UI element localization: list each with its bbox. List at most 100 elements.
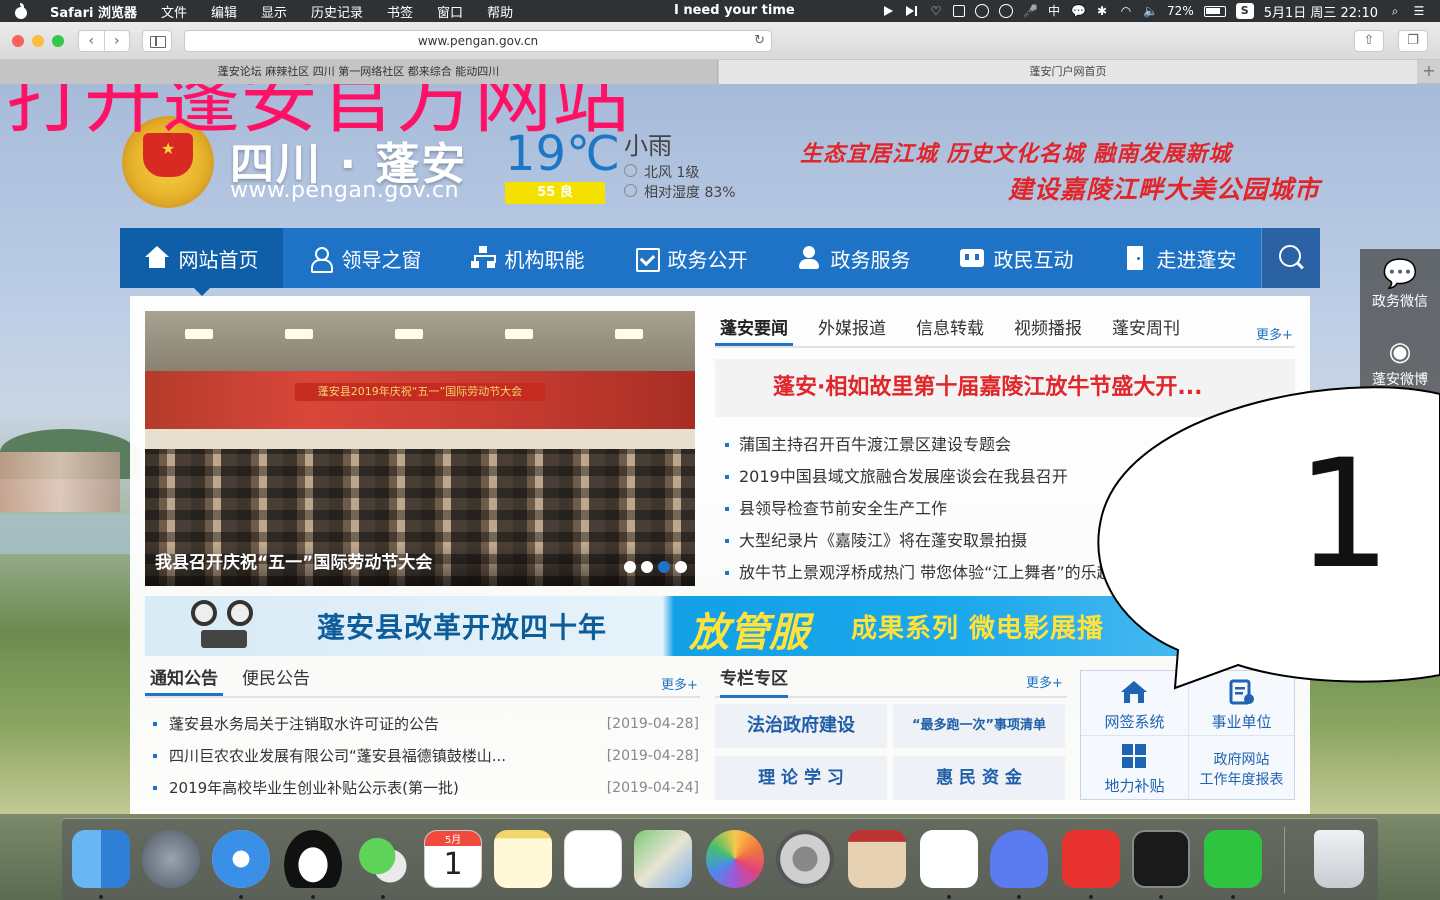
search-icon[interactable]: [1261, 228, 1320, 288]
tab-media-reports[interactable]: 外媒报道: [813, 310, 891, 346]
play-icon[interactable]: [881, 4, 895, 18]
maps-icon[interactable]: [634, 830, 692, 888]
tab-public-notices[interactable]: 便民公告: [237, 662, 315, 696]
public-funds-button[interactable]: 惠 民 资 金: [893, 756, 1065, 800]
nav-leaders[interactable]: 领导之窗: [283, 228, 446, 288]
smiley-icon[interactable]: [999, 4, 1014, 18]
tab-pengan-portal[interactable]: 蓬安门户网首页: [719, 60, 1417, 84]
reminders-icon[interactable]: [564, 830, 622, 888]
qq-icon[interactable]: [284, 830, 342, 888]
finder-icon[interactable]: [72, 830, 130, 888]
netease-music-icon[interactable]: [1062, 830, 1120, 888]
run-once-button[interactable]: “最多跑一次”事项清单: [893, 704, 1065, 748]
wechat-icon[interactable]: [354, 830, 412, 888]
rule-of-law-button[interactable]: 法治政府建设: [715, 704, 887, 748]
slider-dot[interactable]: [624, 561, 636, 573]
nav-about-pengan[interactable]: 走进蓬安: [1098, 228, 1261, 288]
photo-caption[interactable]: 我县召开庆祝“五一”国际劳动节大会: [145, 546, 695, 586]
slider-dot[interactable]: [675, 561, 687, 573]
menu-edit[interactable]: 编辑: [211, 2, 237, 21]
photo-booth-icon[interactable]: [848, 830, 906, 888]
sidebar-toggle-icon[interactable]: [142, 30, 172, 52]
battery-percent: 72%: [1167, 4, 1194, 18]
menu-help[interactable]: 帮助: [487, 2, 513, 21]
nav-interaction[interactable]: 政民互动: [935, 228, 1098, 288]
tab-pengan-forum[interactable]: 蓬安论坛 麻辣社区 四川 第一网络社区 都来综合 能动四川: [0, 60, 718, 84]
nav-home[interactable]: 网站首页: [120, 228, 283, 296]
wps-icon[interactable]: [990, 830, 1048, 888]
notice-item[interactable]: 四川巨农农业发展有限公司“蓬安县福德镇鼓楼山... [2019-04-28]: [153, 740, 701, 772]
heart-icon[interactable]: ♡: [929, 4, 943, 18]
nav-gov-services[interactable]: 政务服务: [772, 228, 935, 288]
baidu-netdisk-icon[interactable]: [920, 830, 978, 888]
wechat-menu-icon[interactable]: 💬: [1071, 4, 1086, 18]
tab-reposts[interactable]: 信息转载: [911, 310, 989, 346]
special-more-link[interactable]: 更多+: [1026, 672, 1063, 691]
site-url: www.pengan.gov.cn: [230, 178, 460, 203]
status-circle-icon[interactable]: [975, 4, 990, 18]
reload-icon[interactable]: ↻: [754, 31, 765, 51]
battery-icon[interactable]: [1203, 5, 1226, 17]
news-photo-slider[interactable]: 蓬安县2019年庆祝“五一”国际劳动节大会 我县召开庆祝“五一”国际劳动节大会: [145, 311, 695, 586]
now-playing-title[interactable]: I need your time: [674, 3, 795, 18]
slider-dot-active[interactable]: [658, 561, 670, 573]
tab-videos[interactable]: 视频播报: [1009, 310, 1087, 346]
menu-window[interactable]: 窗口: [437, 2, 463, 21]
notices-more-link[interactable]: 更多+: [661, 674, 698, 693]
theory-study-button[interactable]: 理 论 学 习: [715, 756, 887, 800]
show-tabs-icon[interactable]: ❐: [1398, 30, 1428, 52]
zoom-window-button[interactable]: [52, 35, 64, 47]
wechat-icon: 💬: [1382, 257, 1418, 290]
weather-wind: 北风 1级: [644, 165, 700, 181]
menu-history[interactable]: 历史记录: [311, 2, 363, 21]
notification-center-icon[interactable]: ☰: [1412, 4, 1426, 18]
menu-view[interactable]: 显示: [261, 2, 287, 21]
menu-bookmarks[interactable]: 书签: [387, 2, 413, 21]
nav-gov-affairs[interactable]: 政务公开: [609, 228, 772, 288]
forward-button[interactable]: ›: [105, 31, 130, 51]
activity-monitor-icon[interactable]: [1132, 830, 1190, 888]
volume-icon[interactable]: 🔈: [1143, 4, 1158, 18]
back-button[interactable]: ‹: [79, 31, 105, 51]
menu-file[interactable]: 文件: [161, 2, 187, 21]
new-tab-icon[interactable]: +: [1418, 60, 1440, 84]
system-preferences-icon[interactable]: [776, 830, 834, 888]
notes-icon[interactable]: [494, 830, 552, 888]
spotlight-icon[interactable]: ⌕: [1388, 4, 1402, 18]
address-bar[interactable]: www.pengan.gov.cn ↻: [184, 30, 772, 52]
slider-dot[interactable]: [641, 561, 653, 573]
weather-humidity: 相对湿度 83%: [644, 185, 736, 201]
launchpad-icon[interactable]: [142, 830, 200, 888]
notice-item[interactable]: 蓬安县水务局关于注销取水许可证的公告 [2019-04-28]: [153, 708, 701, 740]
next-track-icon[interactable]: [905, 4, 919, 18]
minimize-window-button[interactable]: [32, 35, 44, 47]
tab-notices[interactable]: 通知公告: [145, 662, 223, 696]
air-quality-badge: 55 良: [505, 182, 605, 204]
share-icon[interactable]: ⇧: [1354, 30, 1384, 52]
trash-menu-icon[interactable]: [953, 5, 966, 17]
trash-icon[interactable]: [1314, 830, 1364, 888]
iqiyi-icon[interactable]: [1204, 830, 1262, 888]
s-app-icon[interactable]: S: [1235, 3, 1254, 19]
nav-organizations[interactable]: 机构职能: [446, 228, 609, 288]
quick-link-land-subsidy[interactable]: 地力补贴: [1081, 735, 1188, 799]
safari-icon[interactable]: [212, 830, 270, 888]
notice-date: [2019-04-28]: [606, 748, 699, 764]
url-text: www.pengan.gov.cn: [417, 34, 539, 48]
tab-weekly[interactable]: 蓬安周刊: [1107, 310, 1185, 346]
microphone-icon[interactable]: 🎤: [1023, 4, 1038, 18]
float-wechat[interactable]: 💬 政务微信: [1360, 257, 1440, 311]
menu-app-name[interactable]: Safari 浏览器: [50, 2, 137, 21]
bluetooth-icon[interactable]: ✱: [1095, 4, 1109, 18]
calendar-icon[interactable]: 5月 1: [424, 830, 482, 888]
apple-menu-icon[interactable]: [14, 3, 28, 19]
photos-icon[interactable]: [706, 830, 764, 888]
notice-item[interactable]: 2019年高校毕业生创业补贴公示表(第一批) [2019-04-24]: [153, 772, 701, 804]
input-method-icon[interactable]: 中: [1047, 4, 1061, 18]
clock[interactable]: 5月1日 周三 22:10: [1264, 2, 1378, 21]
quick-link-annual-report[interactable]: 政府网站 工作年度报表: [1188, 735, 1295, 799]
tab-pengan-news[interactable]: 蓬安要闻: [715, 310, 793, 346]
wifi-icon[interactable]: ◠: [1119, 4, 1133, 18]
close-window-button[interactable]: [12, 35, 24, 47]
news-more-link[interactable]: 更多+: [1256, 324, 1293, 343]
